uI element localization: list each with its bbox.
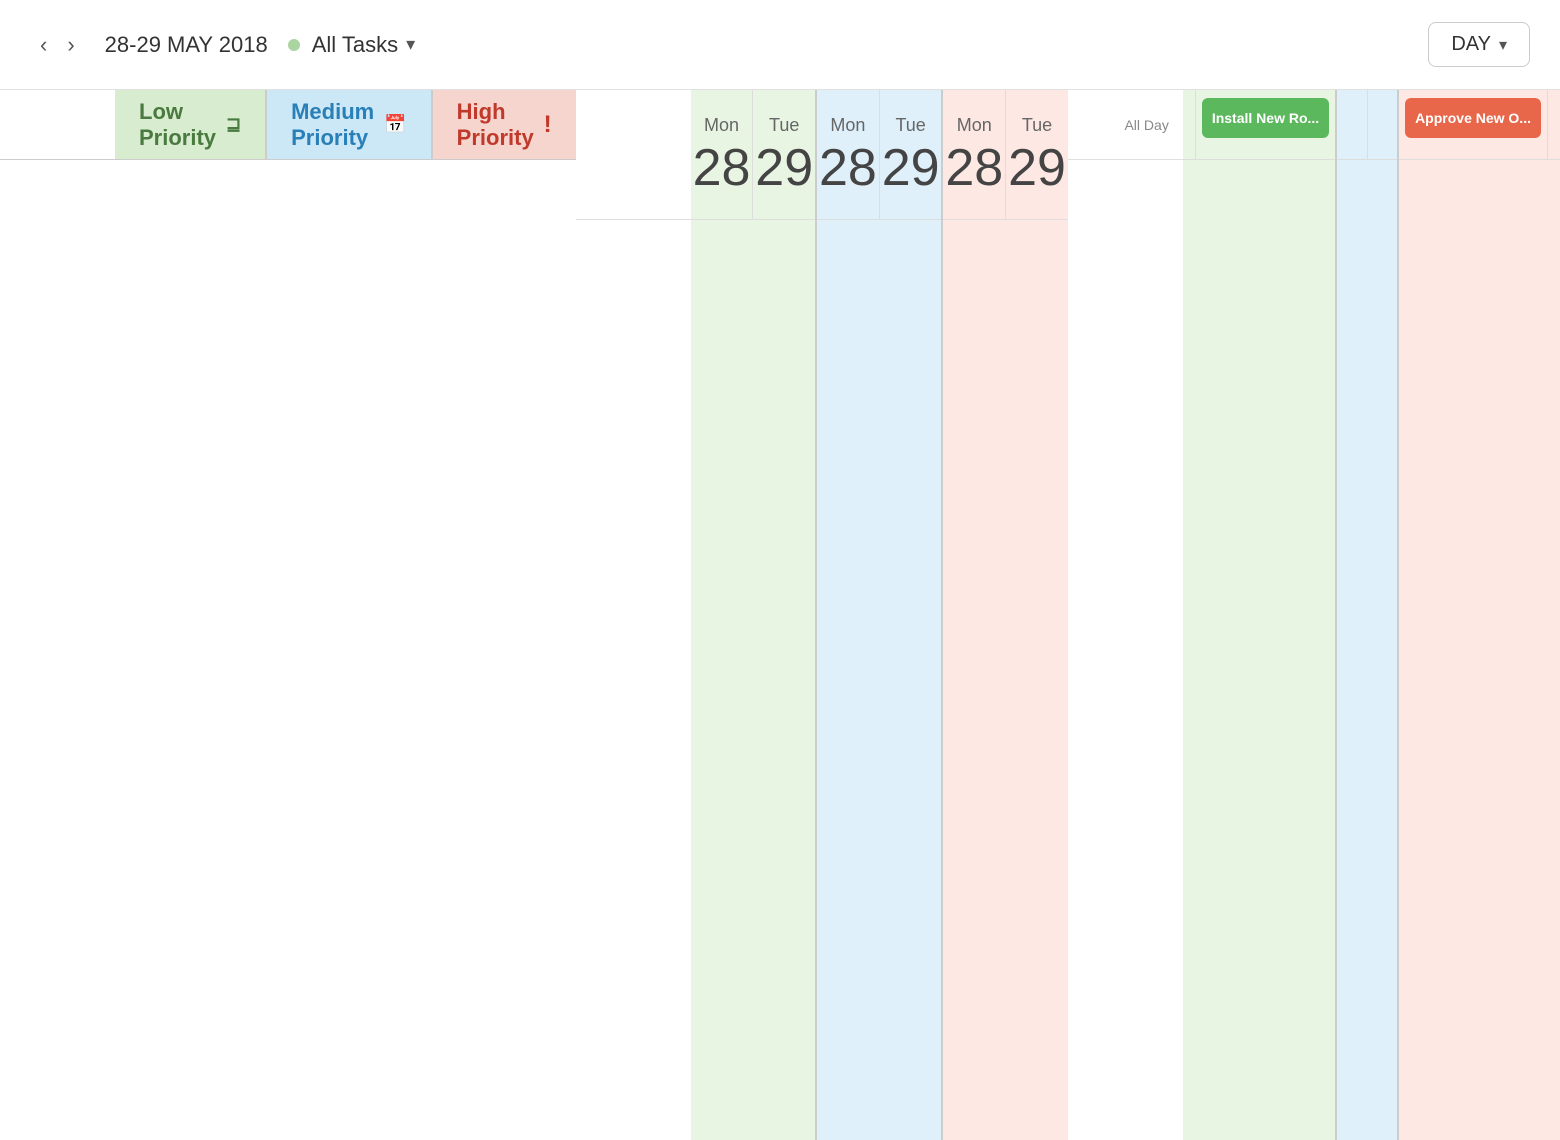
high-tue-allday: [1548, 90, 1560, 160]
medium-priority-icon: 📅: [384, 114, 406, 135]
low-tue-header: Tue 29: [753, 90, 815, 220]
day-view-button[interactable]: DAY ▾: [1428, 22, 1530, 67]
status-dot: [288, 39, 300, 51]
med-tue-name: Tue: [895, 115, 925, 136]
high-mon-name: Mon: [957, 115, 992, 136]
day-view-caret: ▾: [1499, 35, 1507, 55]
tasks-caret: ▾: [406, 34, 415, 55]
allday-label: All Day: [1068, 90, 1183, 160]
install-allday-event[interactable]: Install New Ro...: [1202, 98, 1329, 138]
med-mon-allday: [1337, 90, 1367, 160]
low-priority-label: Low Priority: [139, 99, 216, 151]
low-mon-allday: [1183, 90, 1196, 160]
high-mon-number: 28: [945, 142, 1003, 194]
med-tue-allday: [1368, 90, 1397, 160]
high-mon-header: Mon 28: [943, 90, 1006, 220]
header: ‹ › 28-29 MAY 2018 All Tasks ▾ DAY ▾: [0, 0, 1560, 90]
high-tue-header: Tue 29: [1006, 90, 1068, 220]
next-button[interactable]: ›: [57, 26, 84, 64]
low-mon-header: Mon 28: [691, 90, 754, 220]
low-tue-name: Tue: [769, 115, 799, 136]
prev-button[interactable]: ‹: [30, 26, 57, 64]
med-tue-number: 29: [882, 142, 940, 194]
medium-priority-header: Medium Priority 📅: [267, 90, 433, 160]
approve-allday-event[interactable]: Approve New O...: [1405, 98, 1541, 138]
med-tue-header: Tue 29: [880, 90, 942, 220]
med-mon-header: Mon 28: [817, 90, 880, 220]
high-priority-header: High Priority !: [433, 90, 576, 160]
tasks-dropdown[interactable]: All Tasks ▾: [312, 32, 415, 58]
low-mon-number: 28: [693, 142, 751, 194]
tasks-label: All Tasks: [312, 32, 398, 58]
low-tue-allday[interactable]: Install New Ro...: [1196, 90, 1335, 160]
calendar: Low Priority ⊒ Medium Priority 📅 High Pr…: [0, 90, 1560, 1140]
low-tue-number: 29: [755, 142, 813, 194]
high-tue-number: 29: [1008, 142, 1066, 194]
med-mon-number: 28: [819, 142, 877, 194]
high-mon-allday[interactable]: Approve New O...: [1399, 90, 1548, 160]
high-priority-icon: !: [544, 111, 552, 139]
day-view-label: DAY: [1451, 33, 1491, 56]
medium-priority-label: Medium Priority: [291, 99, 374, 151]
high-tue-name: Tue: [1022, 115, 1052, 136]
low-priority-icon: ⊒: [226, 114, 241, 135]
low-priority-header: Low Priority ⊒: [115, 90, 267, 160]
high-priority-label: High Priority: [457, 99, 534, 151]
low-mon-name: Mon: [704, 115, 739, 136]
date-range: 28-29 MAY 2018: [105, 32, 268, 58]
med-mon-name: Mon: [830, 115, 865, 136]
